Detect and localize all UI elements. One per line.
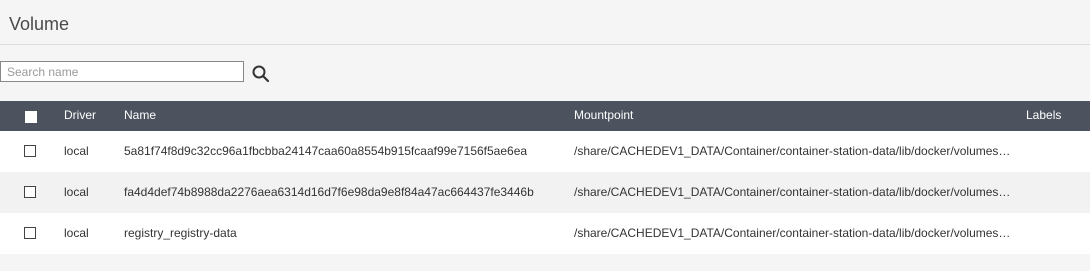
cell-labels <box>1026 131 1086 172</box>
search-button[interactable] <box>251 64 271 84</box>
column-header-mountpoint[interactable]: Mountpoint <box>574 101 1014 131</box>
cell-mountpoint: /share/CACHEDEV1_DATA/Container/containe… <box>574 144 1011 158</box>
table-header: Driver Name Mountpoint Labels <box>0 101 1090 131</box>
cell-labels <box>1026 213 1086 254</box>
cell-labels <box>1026 172 1086 213</box>
column-header-driver[interactable]: Driver <box>64 101 114 131</box>
row-checkbox[interactable] <box>24 145 36 157</box>
row-checkbox[interactable] <box>24 227 36 239</box>
cell-name: 5a81f74f8d9c32cc96a1fbcbba24147caa60a855… <box>124 144 528 158</box>
table-row[interactable]: local 5a81f74f8d9c32cc96a1fbcbba24147caa… <box>0 131 1090 172</box>
column-header-name[interactable]: Name <box>124 101 564 131</box>
page-title: Volume <box>9 14 70 34</box>
cell-name: registry_registry-data <box>124 226 237 240</box>
select-all-checkbox[interactable] <box>25 111 37 123</box>
search-icon <box>252 65 270 83</box>
table-row[interactable]: local fa4d4def74b8988da2276aea6314d16d7f… <box>0 172 1090 213</box>
cell-driver: local <box>64 144 89 158</box>
cell-name: fa4d4def74b8988da2276aea6314d16d7f6e98da… <box>124 185 534 199</box>
table-row[interactable]: local registry_registry-data /share/CACH… <box>0 213 1090 254</box>
cell-driver: local <box>64 185 89 199</box>
search-input[interactable] <box>0 61 244 82</box>
column-header-labels[interactable]: Labels <box>1026 101 1086 131</box>
cell-mountpoint: /share/CACHEDEV1_DATA/Container/containe… <box>574 185 1011 199</box>
cell-mountpoint: /share/CACHEDEV1_DATA/Container/containe… <box>574 226 1011 240</box>
page-header: Volume <box>0 0 1090 45</box>
cell-driver: local <box>64 226 89 240</box>
volume-table: Driver Name Mountpoint Labels local 5a81… <box>0 101 1090 254</box>
volume-page: Volume Driver Name Mountpoint Labels loc… <box>0 0 1090 271</box>
row-checkbox[interactable] <box>24 186 36 198</box>
page-footer-space <box>0 254 1090 271</box>
search-bar <box>0 45 1090 101</box>
